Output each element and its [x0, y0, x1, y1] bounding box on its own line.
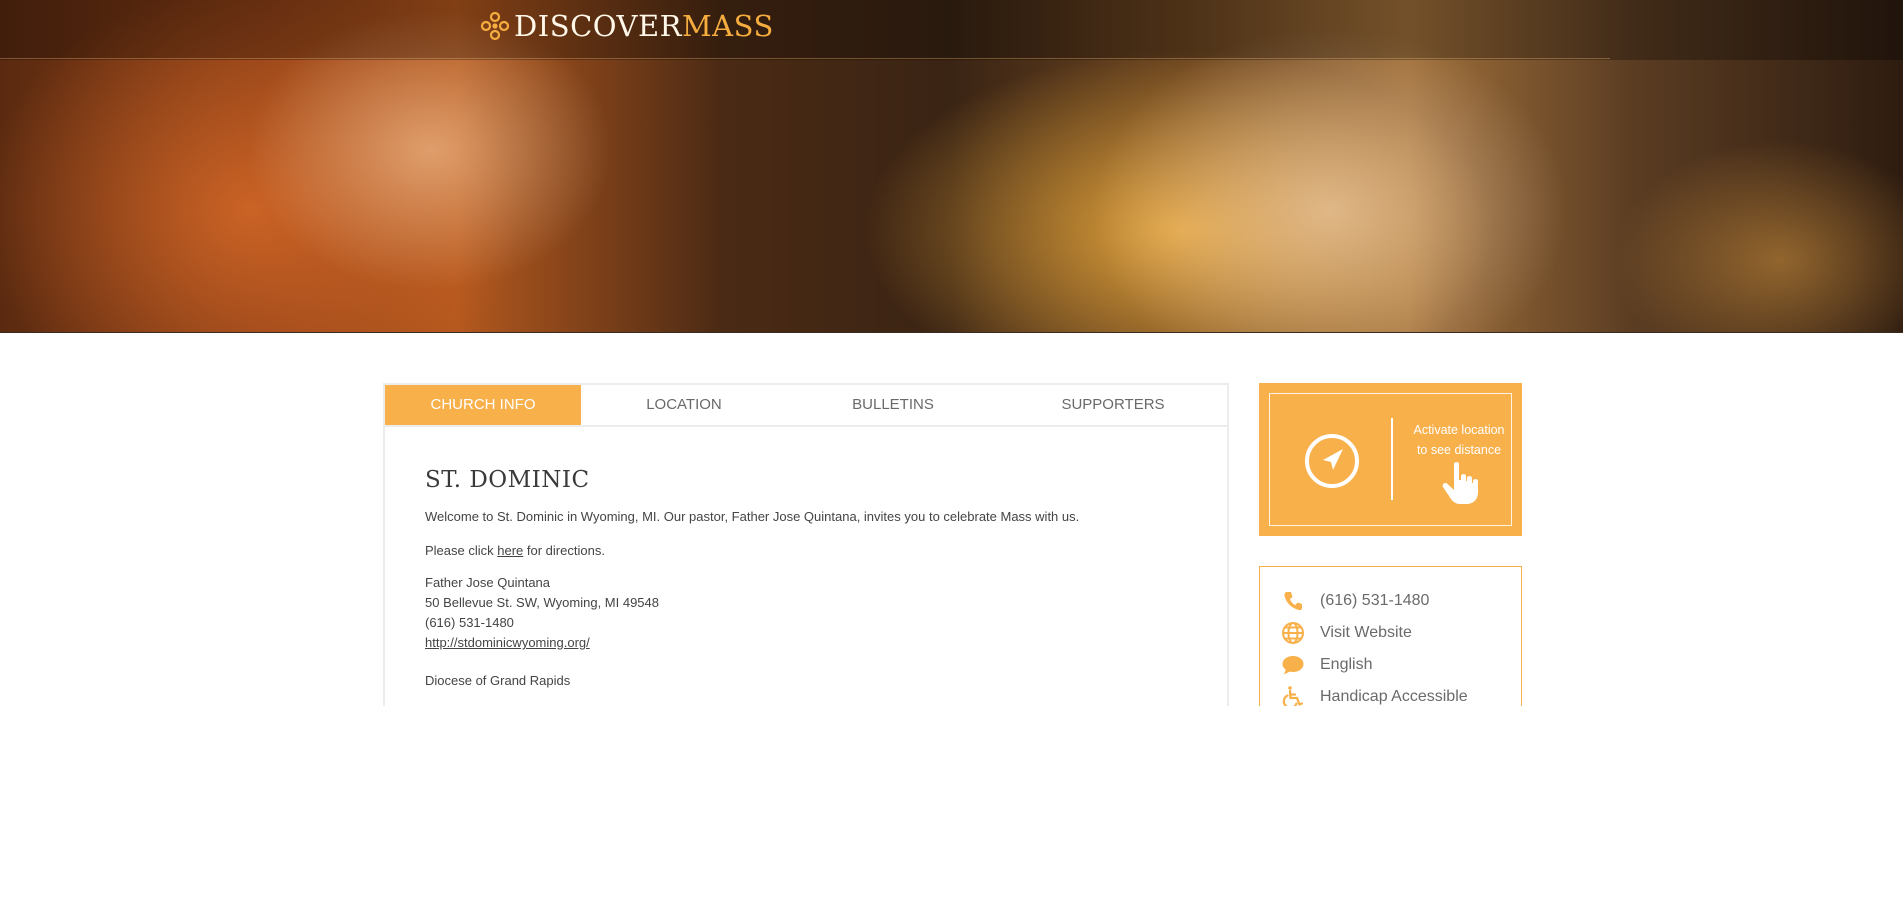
- location-divider: [1391, 418, 1393, 500]
- logo-text-mass: MASS: [681, 9, 774, 43]
- tab-bar: CHURCH INFO LOCATION BULLETINS SUPPORTER…: [385, 385, 1227, 427]
- site-logo[interactable]: DISCOVERMASS: [480, 6, 774, 46]
- directions-suffix: for directions.: [523, 543, 605, 558]
- header-bar: [0, 0, 1903, 60]
- info-row-phone[interactable]: (616) 531-1480: [1260, 585, 1521, 617]
- phone-icon: [1280, 588, 1306, 614]
- church-address: 50 Bellevue St. SW, Wyoming, MI 49548: [425, 595, 659, 610]
- tab-bulletins[interactable]: BULLETINS: [787, 385, 999, 425]
- diocese-name: Diocese of Grand Rapids: [425, 673, 571, 688]
- page-blank-area: [0, 706, 1903, 921]
- church-info-card: CHURCH INFO LOCATION BULLETINS SUPPORTER…: [383, 383, 1229, 713]
- location-prompt-line1: Activate location: [1413, 423, 1505, 437]
- tab-supporters[interactable]: SUPPORTERS: [999, 385, 1227, 425]
- church-info-content: ST. DOMINIC Welcome to St. Dominic in Wy…: [385, 427, 1227, 691]
- church-website-link[interactable]: http://stdominicwyoming.org/: [425, 635, 590, 650]
- speech-bubble-icon: [1280, 652, 1306, 678]
- pointer-hand-icon: [1442, 462, 1478, 504]
- globe-icon: [1280, 620, 1306, 646]
- contact-block: Father Jose Quintana 50 Bellevue St. SW,…: [425, 573, 1189, 653]
- directions-text: Please click here for directions.: [425, 541, 1189, 561]
- info-accessibility: Handicap Accessible: [1320, 688, 1468, 705]
- info-row-language: English: [1260, 649, 1521, 681]
- hero-bottom-border: [0, 332, 1903, 333]
- header-divider: [0, 58, 1610, 59]
- tab-church-info[interactable]: CHURCH INFO: [385, 385, 581, 425]
- church-phone: (616) 531-1480: [425, 615, 514, 630]
- directions-prefix: Please click: [425, 543, 498, 558]
- pastor-name: Father Jose Quintana: [425, 575, 551, 590]
- hero-banner: DISCOVERMASS: [0, 0, 1903, 333]
- church-details-box: (616) 531-1480 Visit Website English Han…: [1259, 566, 1522, 726]
- location-box-frame: Activate location to see distance: [1269, 393, 1512, 526]
- info-row-website[interactable]: Visit Website: [1260, 617, 1521, 649]
- visit-website-link[interactable]: Visit Website: [1320, 624, 1412, 642]
- activate-location-button[interactable]: Activate location to see distance: [1259, 383, 1522, 536]
- directions-link[interactable]: here: [497, 543, 523, 558]
- info-language: English: [1320, 656, 1373, 673]
- logo-text: DISCOVERMASS: [514, 8, 774, 44]
- info-phone: (616) 531-1480: [1320, 592, 1430, 609]
- compass-icon: [1305, 434, 1359, 488]
- location-prompt: Activate location to see distance: [1404, 420, 1514, 460]
- tab-location[interactable]: LOCATION: [581, 385, 787, 425]
- logo-cross-icon: [480, 11, 510, 41]
- church-name: ST. DOMINIC: [425, 467, 590, 493]
- welcome-text: Welcome to St. Dominic in Wyoming, MI. O…: [425, 509, 1080, 524]
- location-prompt-line2: to see distance: [1416, 443, 1502, 457]
- logo-text-discover: DISCOVER: [514, 9, 682, 43]
